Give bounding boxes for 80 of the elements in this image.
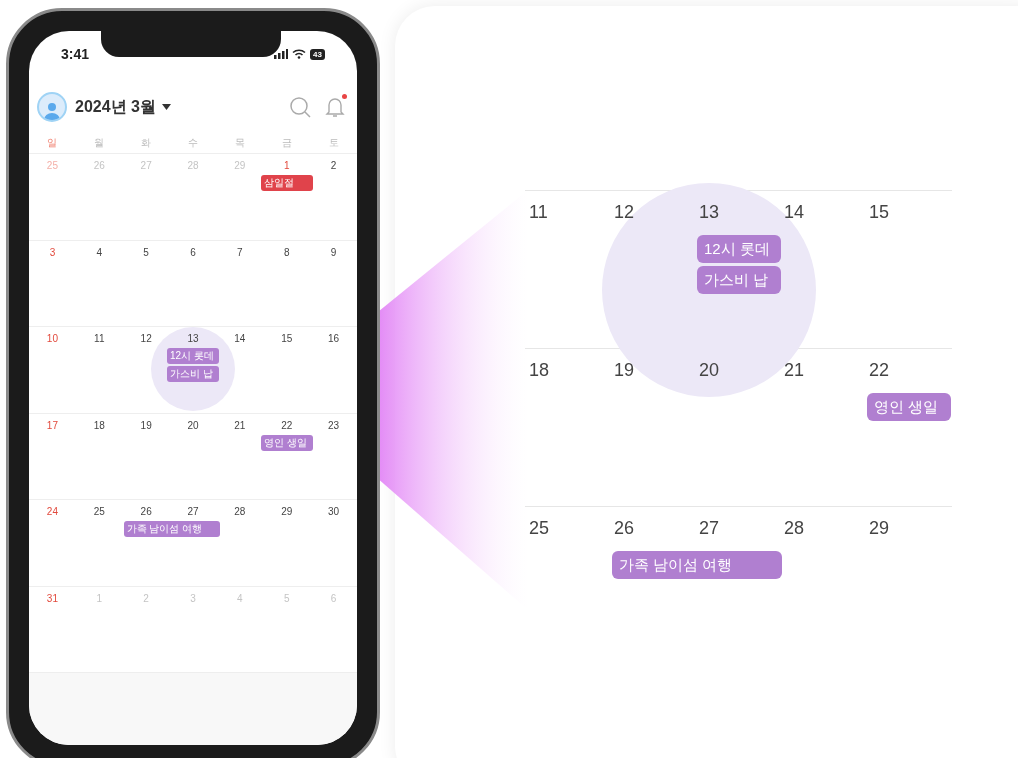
day-number: 5 [143,245,149,260]
day-number: 6 [190,245,196,260]
caret-icon[interactable] [161,104,171,110]
day-number: 3 [190,591,196,606]
event-label[interactable]: 가족 남이섬 여행 [123,521,220,537]
weekday-label: 화 [141,135,152,150]
event-label[interactable]: 가스비 납 [167,366,219,382]
event-label[interactable]: 12시 롯데 [697,235,781,263]
day-number: 31 [46,591,58,606]
battery-indicator: 43 [310,48,325,60]
weekday-label: 일 [47,135,58,150]
day-number: 19 [140,418,152,433]
day-number: 13 [699,201,720,224]
day-number: 13 [187,332,199,346]
day-number: 25 [529,517,550,540]
day-number: 4 [96,245,103,260]
signal-icon [274,49,289,59]
day-number: 7 [237,245,243,260]
day-number: 27 [140,159,152,173]
day-number: 28 [234,505,246,519]
day-number: 20 [187,418,199,433]
day-number: 28 [784,517,805,540]
day-number: 16 [328,332,340,346]
day-number: 27 [187,505,199,519]
event-label[interactable]: 가족 남이섬 여행 [612,551,782,579]
day-number: 9 [330,245,337,260]
day-number: 11 [94,332,105,346]
bell-icon[interactable] [325,96,345,118]
day-number: 12 [140,332,152,346]
weekday-label: 금 [281,135,292,150]
weekday-label: 수 [188,135,198,150]
day-number: 24 [46,505,58,519]
person-icon [42,100,62,120]
day-number: 21 [784,359,805,382]
day-number: 18 [93,418,105,433]
event-label[interactable]: 삼일절 [260,175,313,191]
search-icon[interactable] [289,96,311,118]
avatar[interactable] [37,92,67,122]
day-number: 26 [614,517,635,540]
day-number: 1 [96,591,103,606]
day-number: 12 [614,201,635,224]
day-number: 22 [281,418,293,433]
day-number: 10 [46,332,58,346]
day-number: 25 [93,505,105,519]
day-number: 11 [529,201,548,224]
event-label[interactable]: 가스비 납 [697,266,781,294]
day-number: 23 [328,418,340,433]
day-number: 17 [46,418,58,433]
day-number: 28 [187,159,199,173]
day-number: 29 [869,517,890,540]
day-number: 14 [234,332,246,346]
day-number: 18 [529,359,550,382]
weekday-label: 목 [234,135,245,150]
day-number: 27 [699,517,720,540]
day-number: 2 [143,591,149,606]
event-label[interactable]: 영인 생일 [260,434,313,451]
day-number: 15 [869,201,890,224]
day-number: 4 [237,591,243,606]
day-number: 25 [46,159,58,173]
day-number: 22 [869,359,890,382]
status-time: 3:41 [61,44,90,64]
weekday-label: 월 [94,135,105,150]
day-number: 1 [283,159,290,173]
weekday-label: 토 [328,135,339,150]
day-number: 19 [614,359,635,382]
day-number: 30 [328,505,340,519]
month-title[interactable]: 2024년 3월 [75,95,156,119]
day-number: 15 [281,332,293,346]
day-number: 26 [140,505,152,519]
day-number: 20 [699,359,720,382]
event-label[interactable]: 영인 생일 [867,393,951,421]
day-number: 3 [49,245,56,260]
day-number: 29 [281,505,293,519]
day-number: 14 [784,201,805,224]
day-number: 2 [330,159,337,173]
wifi-icon [292,49,307,59]
day-number: 8 [283,245,290,260]
day-number: 21 [234,418,246,433]
day-number: 29 [234,159,246,173]
event-label[interactable]: 12시 롯데 [167,348,219,364]
